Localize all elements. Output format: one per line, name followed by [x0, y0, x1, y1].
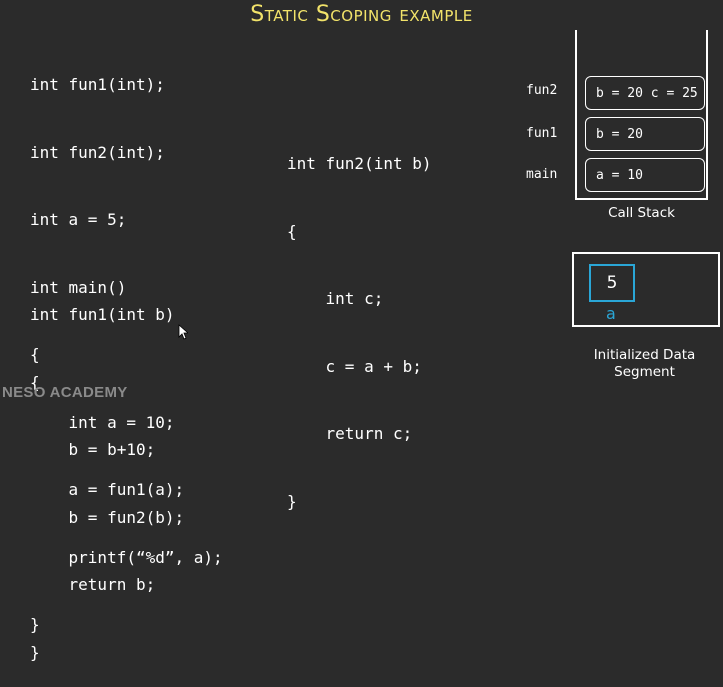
data-segment-caption: Initialized Data Segment [572, 347, 717, 381]
call-stack-caption: Call Stack [608, 205, 675, 221]
code-line: int a = 5; [30, 210, 127, 229]
stack-frame-fun2: b = 20 c = 25 [585, 76, 705, 110]
global-variable-name: a [606, 304, 616, 323]
code-line: b = fun2(b); [30, 507, 185, 527]
global-variable-value: 5 [606, 273, 618, 293]
code-block-fun1: int fun1(int b) { b = b+10; b = fun2(b);… [30, 259, 184, 687]
code-line: int fun2(int b) [287, 154, 432, 173]
code-line: int fun1(int b) [30, 305, 175, 324]
data-segment-caption-line1: Initialized Data [593, 347, 696, 363]
code-line: { [287, 221, 297, 241]
code-block-fun2: int fun2(int b) { int c; c = a + b; retu… [287, 108, 432, 536]
stack-frame-label: main [526, 167, 558, 182]
watermark-logo: NESO ACADEMY [2, 384, 128, 401]
stack-frame-content: a = 10 [596, 167, 643, 183]
stack-frame-fun1: b = 20 [585, 117, 705, 151]
data-segment-caption-line2: Segment [614, 364, 675, 380]
stack-frame-main: a = 10 [585, 158, 705, 192]
code-line: } [30, 642, 40, 662]
code-line: int fun1(int); [30, 75, 165, 94]
code-line: int c; [287, 289, 384, 308]
code-line: int fun2(int); [30, 142, 165, 162]
slide-title: Static Scoping example [250, 2, 473, 27]
code-line: return c; [287, 424, 413, 443]
stack-frame-content: b = 20 c = 25 [596, 85, 698, 101]
mouse-pointer-icon [178, 324, 190, 344]
stack-frame-label: fun1 [526, 126, 558, 141]
code-line: } [287, 491, 297, 511]
global-variable-box: 5 [589, 264, 635, 302]
stack-frame-label: fun2 [526, 83, 558, 98]
code-line: b = b+10; [30, 440, 156, 459]
code-line: return b; [30, 575, 156, 594]
code-line: c = a + b; [287, 356, 422, 376]
stack-frame-content: b = 20 [596, 126, 643, 142]
